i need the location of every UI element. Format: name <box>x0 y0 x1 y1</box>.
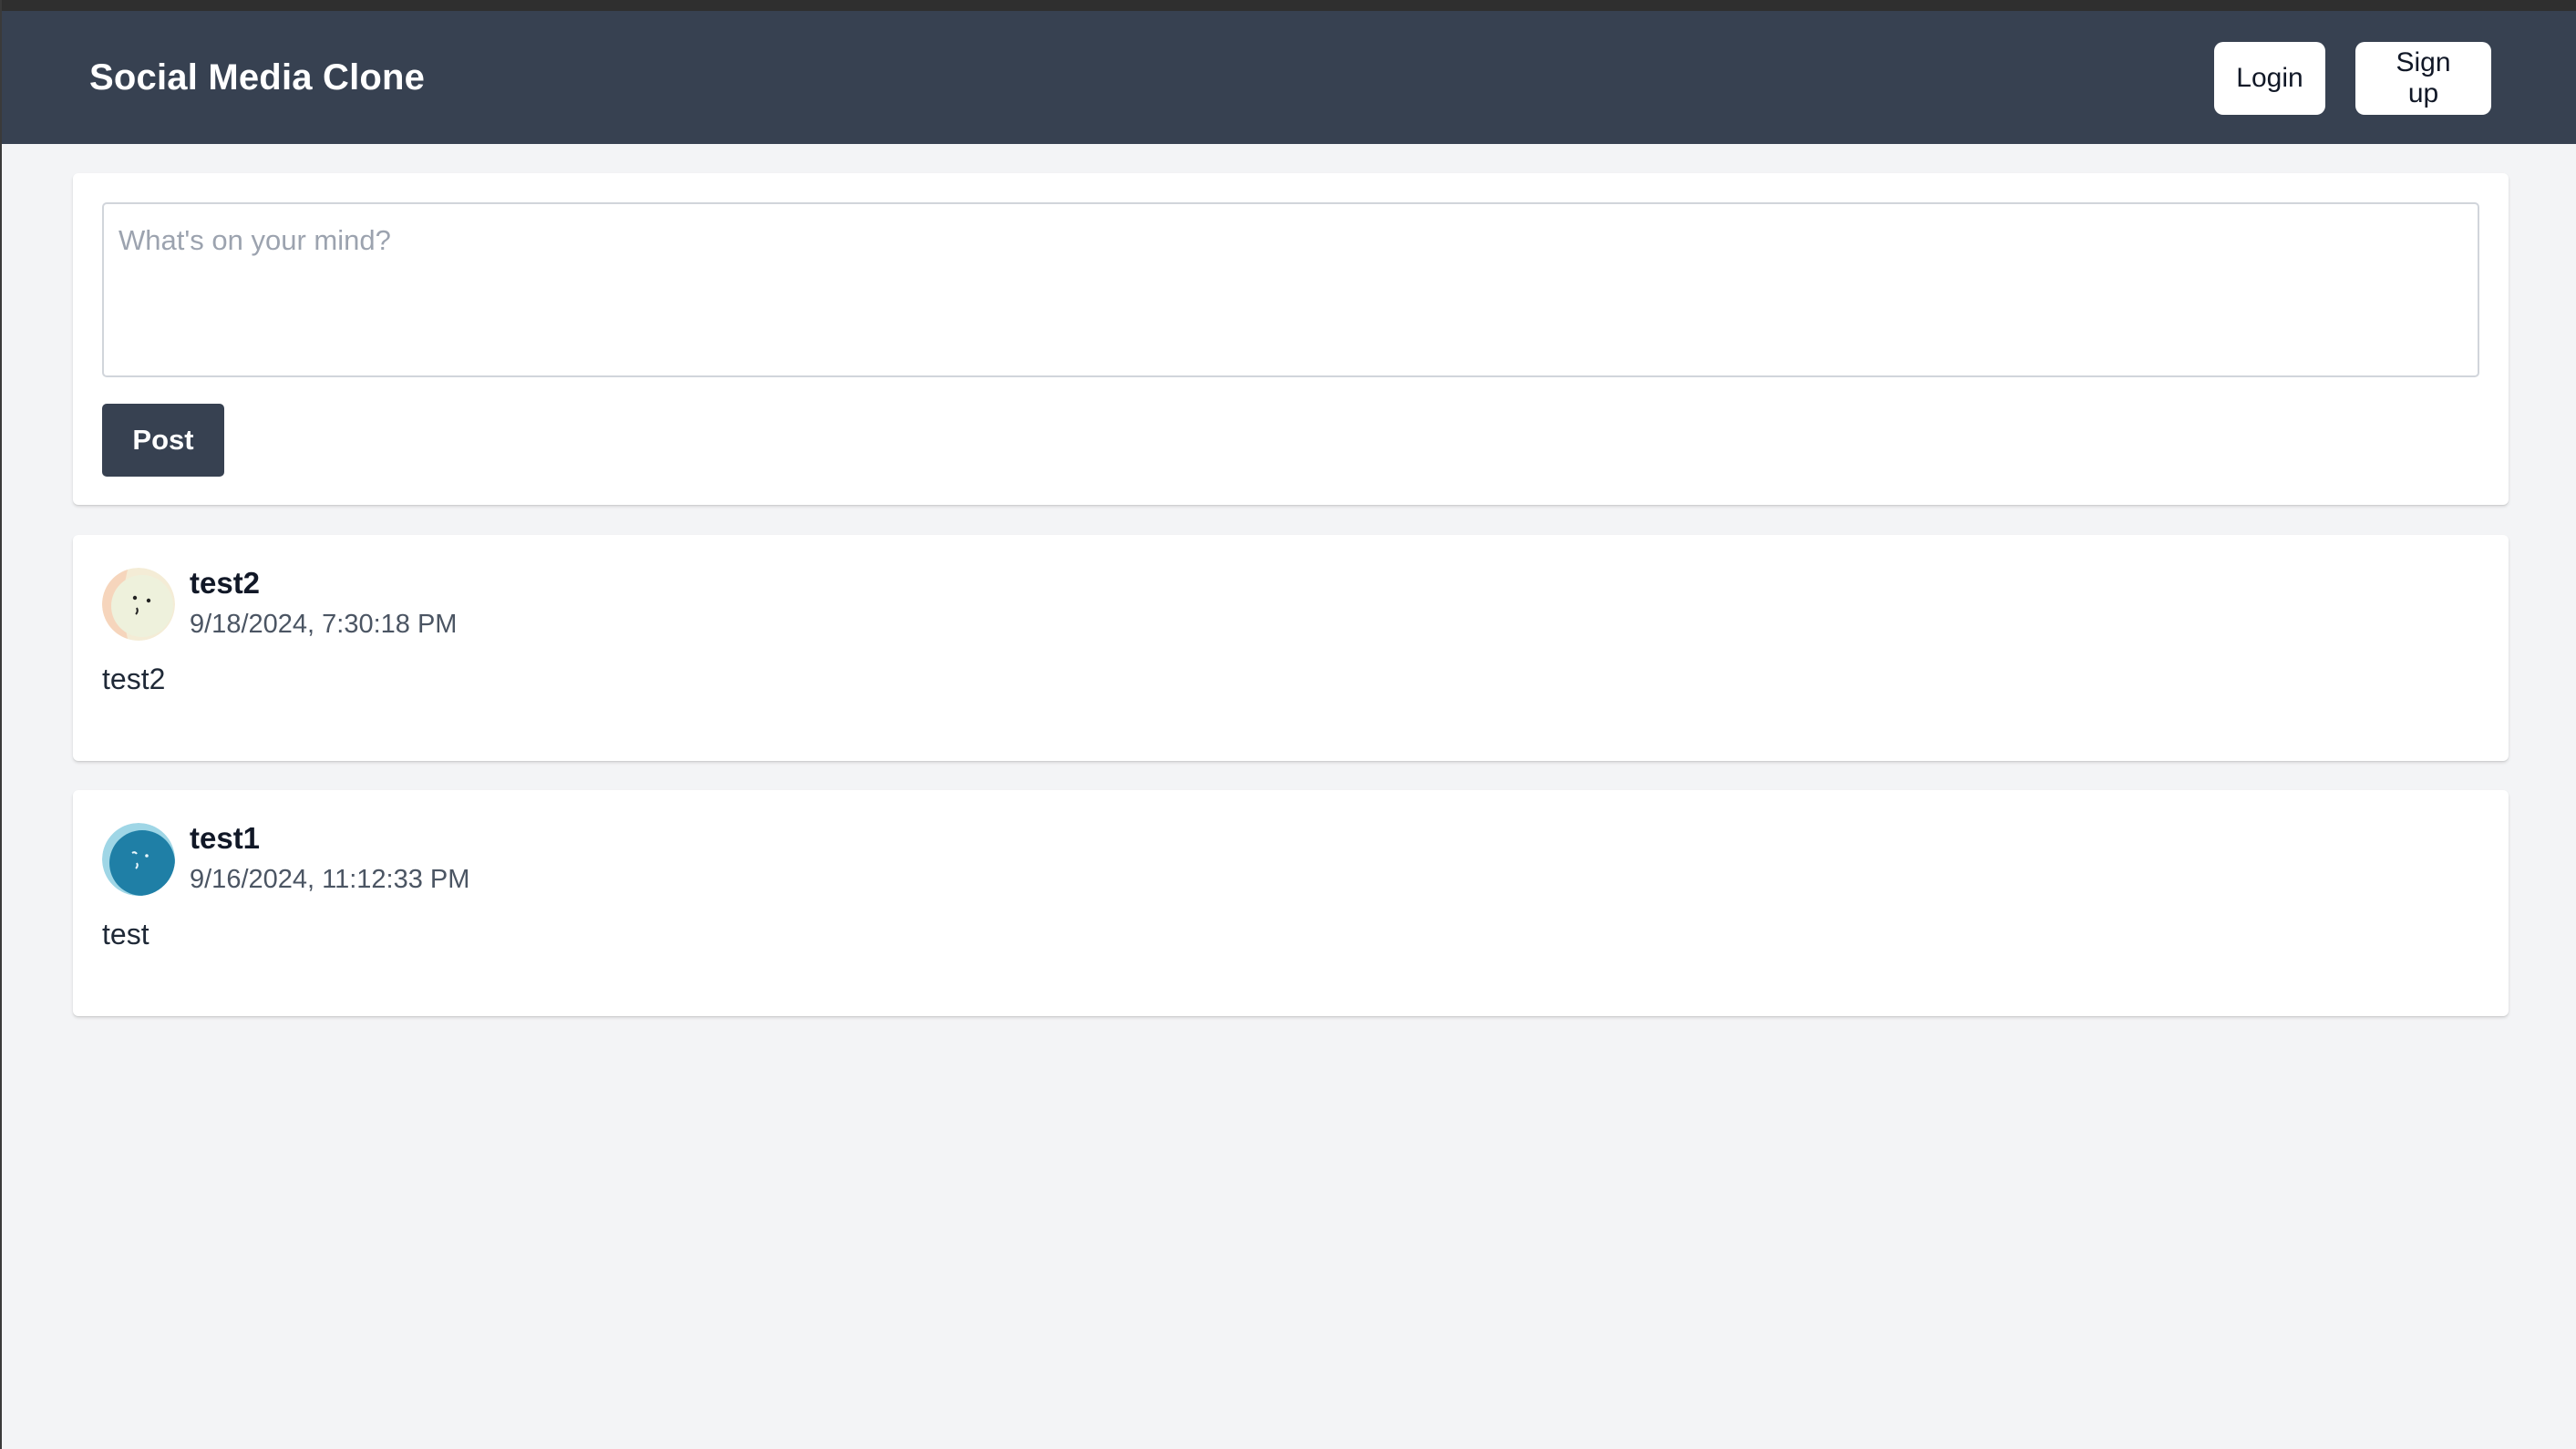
window-top-strip <box>2 0 2576 11</box>
avatar-cream-icon <box>102 568 175 641</box>
post-author[interactable]: test1 <box>190 821 260 856</box>
post-card: test2 9/18/2024, 7:30:18 PM test2 <box>73 535 2509 761</box>
post-content: test2 <box>102 663 166 695</box>
avatar-teal-icon <box>102 823 175 896</box>
nav-actions: Login Sign up <box>2214 42 2491 115</box>
navbar: Social Media Clone Login Sign up <box>2 11 2576 144</box>
app-title: Social Media Clone <box>89 57 426 98</box>
post-timestamp: 9/16/2024, 11:12:33 PM <box>190 865 470 894</box>
post-author[interactable]: test2 <box>190 566 260 601</box>
post-button[interactable]: Post <box>102 404 224 477</box>
post-content: test <box>102 918 149 951</box>
post-timestamp: 9/18/2024, 7:30:18 PM <box>190 610 458 639</box>
post-card: test1 9/16/2024, 11:12:33 PM test <box>73 790 2509 1016</box>
signup-button[interactable]: Sign up <box>2355 42 2491 115</box>
post-input[interactable] <box>102 202 2479 377</box>
login-button[interactable]: Login <box>2214 42 2325 115</box>
post-composer: Post <box>73 173 2509 505</box>
